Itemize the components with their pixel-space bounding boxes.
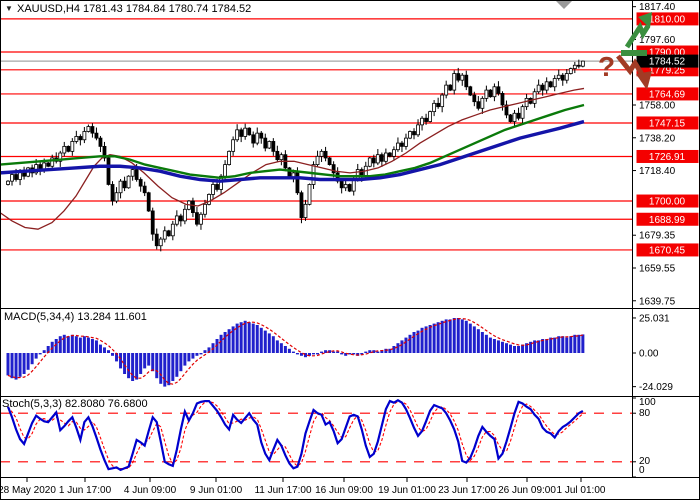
trading-chart-window: 1817.401797.601758.001738.201718.401679.… — [0, 0, 700, 500]
chart-shift-marker-icon[interactable] — [556, 1, 572, 9]
question-mark-annotation[interactable]: ? — [598, 51, 615, 82]
up-trend-arrow-annotation[interactable] — [621, 12, 652, 53]
down-trend-arrow-annotation[interactable] — [618, 56, 652, 90]
